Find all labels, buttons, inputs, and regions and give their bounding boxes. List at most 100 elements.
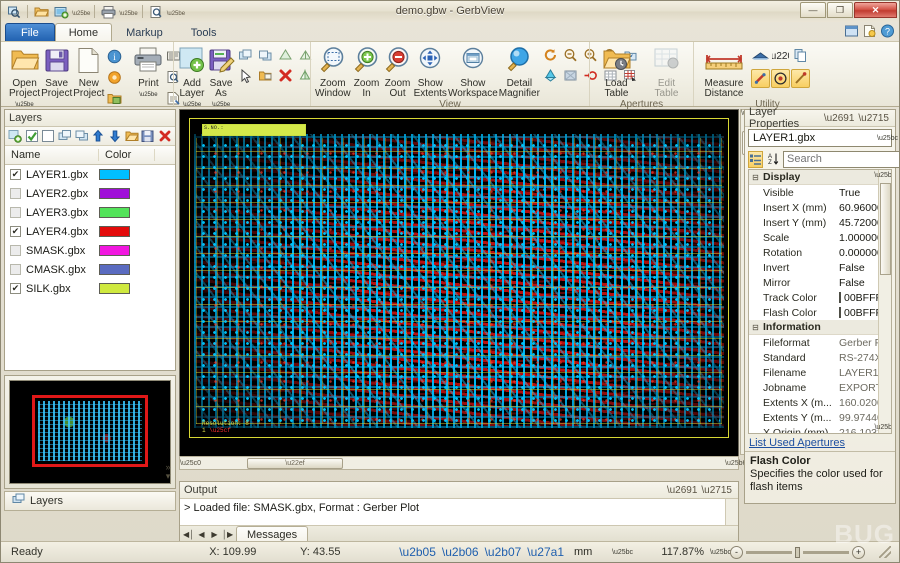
tab-tools[interactable]: Tools bbox=[177, 23, 231, 42]
zoom-tool-icon[interactable] bbox=[5, 3, 23, 20]
open-layer-icon[interactable] bbox=[124, 128, 140, 144]
layer-up-icon[interactable] bbox=[236, 46, 255, 65]
show-workspace-button[interactable]: ShowWorkspace bbox=[448, 44, 498, 99]
layer-row[interactable]: LAYER2.gbx bbox=[5, 184, 175, 203]
output-scrollbar[interactable] bbox=[725, 499, 738, 525]
move-layer-up-icon[interactable] bbox=[91, 128, 107, 144]
check-all-layers-icon[interactable] bbox=[24, 128, 40, 144]
pan-left-icon[interactable]: \u2b05 bbox=[399, 545, 436, 559]
pin-icon[interactable]: \u2691 bbox=[665, 485, 700, 496]
angle-measure-icon[interactable]: 6\u2202 bbox=[771, 46, 790, 65]
property-row[interactable]: JobnameEXPORT bbox=[749, 380, 878, 395]
select-arrow-icon[interactable] bbox=[236, 66, 255, 85]
horizontal-scroll-thumb[interactable]: \u22ef bbox=[247, 458, 343, 469]
layers-tab-button[interactable]: Layers bbox=[4, 491, 176, 511]
refresh-icon[interactable] bbox=[541, 46, 560, 65]
tab-markup[interactable]: Markup bbox=[112, 23, 177, 42]
layer-row[interactable]: ✔LAYER1.gbx bbox=[5, 165, 175, 184]
nav-last-icon[interactable]: │▶ bbox=[222, 530, 233, 539]
transparency-icon[interactable] bbox=[541, 66, 560, 85]
board-preview-panel[interactable] bbox=[4, 375, 176, 489]
zoom-out-button[interactable]: ZoomOut bbox=[383, 44, 413, 99]
zoom-in-button[interactable]: + bbox=[852, 546, 865, 559]
properties-search[interactable] bbox=[783, 151, 900, 168]
measure-line-icon[interactable] bbox=[791, 69, 810, 88]
measure-track-icon[interactable] bbox=[751, 69, 770, 88]
measure-pad-icon[interactable] bbox=[771, 69, 790, 88]
save-layer-icon[interactable] bbox=[141, 128, 157, 144]
copy-icon[interactable] bbox=[791, 46, 810, 65]
nav-next-icon[interactable]: ▶ bbox=[209, 530, 220, 539]
uncheck-all-layers-icon[interactable] bbox=[40, 128, 56, 144]
property-row[interactable]: Track Color00BFFF bbox=[749, 290, 878, 305]
collapse-icon[interactable]: ⊟ bbox=[749, 323, 762, 332]
layer-row[interactable]: LAYER3.gbx bbox=[5, 203, 175, 222]
pin-icon[interactable]: \u2691 bbox=[822, 113, 857, 124]
tab-messages[interactable]: Messages bbox=[236, 526, 308, 542]
print-icon[interactable] bbox=[99, 3, 117, 20]
zoom-slider[interactable]: - + bbox=[730, 546, 873, 559]
property-row[interactable]: Flash Color00BFFF▼ bbox=[749, 305, 878, 320]
nav-first-icon[interactable]: ◀│ bbox=[183, 530, 194, 539]
collapse-icon[interactable]: ⊟ bbox=[749, 173, 762, 182]
units-select[interactable]: mm \u25bc bbox=[570, 545, 626, 560]
project-info-icon[interactable]: i bbox=[105, 47, 124, 66]
open-folder-icon[interactable] bbox=[32, 3, 50, 20]
layer-merge-icon[interactable] bbox=[276, 46, 295, 65]
tab-home[interactable]: Home bbox=[55, 23, 112, 42]
close-icon[interactable]: \u2715 bbox=[699, 485, 734, 496]
zoom-window-button[interactable]: ZoomWindow bbox=[315, 44, 351, 99]
layer-row[interactable]: CMASK.gbx bbox=[5, 260, 175, 279]
search-input[interactable] bbox=[787, 153, 900, 165]
property-row[interactable]: Extents X (m...160.020000 bbox=[749, 395, 878, 410]
print-preview-icon[interactable] bbox=[147, 3, 165, 20]
qat-customize-arrow-icon[interactable]: \u25be bbox=[167, 6, 185, 17]
panel-expand-chevron-icon[interactable]: »▾ bbox=[161, 463, 175, 481]
property-row[interactable]: Scale1.000000 bbox=[749, 230, 878, 245]
help-icon[interactable]: ? bbox=[880, 24, 895, 41]
layer-color-swatch[interactable] bbox=[99, 264, 130, 275]
property-row[interactable]: MirrorFalse bbox=[749, 275, 878, 290]
property-row[interactable]: InvertFalse bbox=[749, 260, 878, 275]
property-row[interactable]: Insert X (mm)60.960000 bbox=[749, 200, 878, 215]
show-extents-button[interactable]: ShowExtents bbox=[414, 44, 447, 99]
pan-right-icon[interactable]: \u27a1 bbox=[527, 545, 564, 559]
zoom-in-button[interactable]: ZoomIn bbox=[352, 44, 382, 99]
layer-color-swatch[interactable] bbox=[99, 226, 130, 237]
layer-visibility-checkbox[interactable] bbox=[10, 245, 21, 256]
export-dropdown-arrow-icon[interactable]: \u25be bbox=[72, 6, 90, 17]
property-row[interactable]: Insert Y (mm)45.720000 bbox=[749, 215, 878, 230]
layer-color-swatch[interactable] bbox=[99, 245, 130, 256]
export-image-icon[interactable] bbox=[52, 3, 70, 20]
column-header-color[interactable]: Color bbox=[99, 149, 155, 161]
property-row[interactable]: X Origin (mm)216.103200 bbox=[749, 425, 878, 434]
tab-file[interactable]: File bbox=[5, 23, 55, 42]
nav-prev-icon[interactable]: ◀ bbox=[196, 530, 207, 539]
resize-grip[interactable] bbox=[879, 546, 891, 558]
layer-color-swatch[interactable] bbox=[99, 283, 130, 294]
minimize-ribbon-icon[interactable] bbox=[844, 24, 859, 41]
merge-layer-icon[interactable] bbox=[74, 128, 90, 144]
property-row[interactable]: StandardRS-274X bbox=[749, 350, 878, 365]
layer-color-swatch[interactable] bbox=[99, 207, 130, 218]
layer-visibility-checkbox[interactable]: ✔ bbox=[10, 169, 21, 180]
layer-properties-icon[interactable] bbox=[256, 66, 275, 85]
properties-scrollbar[interactable]: \u25b2 \u25bc bbox=[878, 170, 891, 433]
sort-az-icon[interactable]: AZ bbox=[766, 151, 780, 168]
property-row[interactable]: Extents Y (m...99.974400 bbox=[749, 410, 878, 425]
project-settings-icon[interactable] bbox=[105, 68, 124, 87]
delete-layer-icon[interactable] bbox=[276, 66, 295, 85]
categorize-icon[interactable] bbox=[748, 151, 763, 168]
layer-color-swatch[interactable] bbox=[99, 169, 130, 180]
layer-color-swatch[interactable] bbox=[99, 188, 130, 199]
layer-row[interactable]: ✔SILK.gbx bbox=[5, 279, 175, 298]
layer-row[interactable]: ✔LAYER4.gbx bbox=[5, 222, 175, 241]
measure-distance-button[interactable]: MeasureDistance bbox=[698, 44, 750, 99]
column-header-name[interactable]: Name bbox=[5, 149, 99, 161]
print-button[interactable]: Print\u25be bbox=[133, 44, 163, 100]
zoom-out-button[interactable]: - bbox=[730, 546, 743, 559]
layer-visibility-checkbox[interactable] bbox=[10, 207, 21, 218]
property-category[interactable]: ⊟Display bbox=[749, 170, 878, 185]
new-project-button[interactable]: NewProject bbox=[73, 44, 104, 99]
open-project-button[interactable]: OpenProject \u25be bbox=[9, 44, 40, 110]
